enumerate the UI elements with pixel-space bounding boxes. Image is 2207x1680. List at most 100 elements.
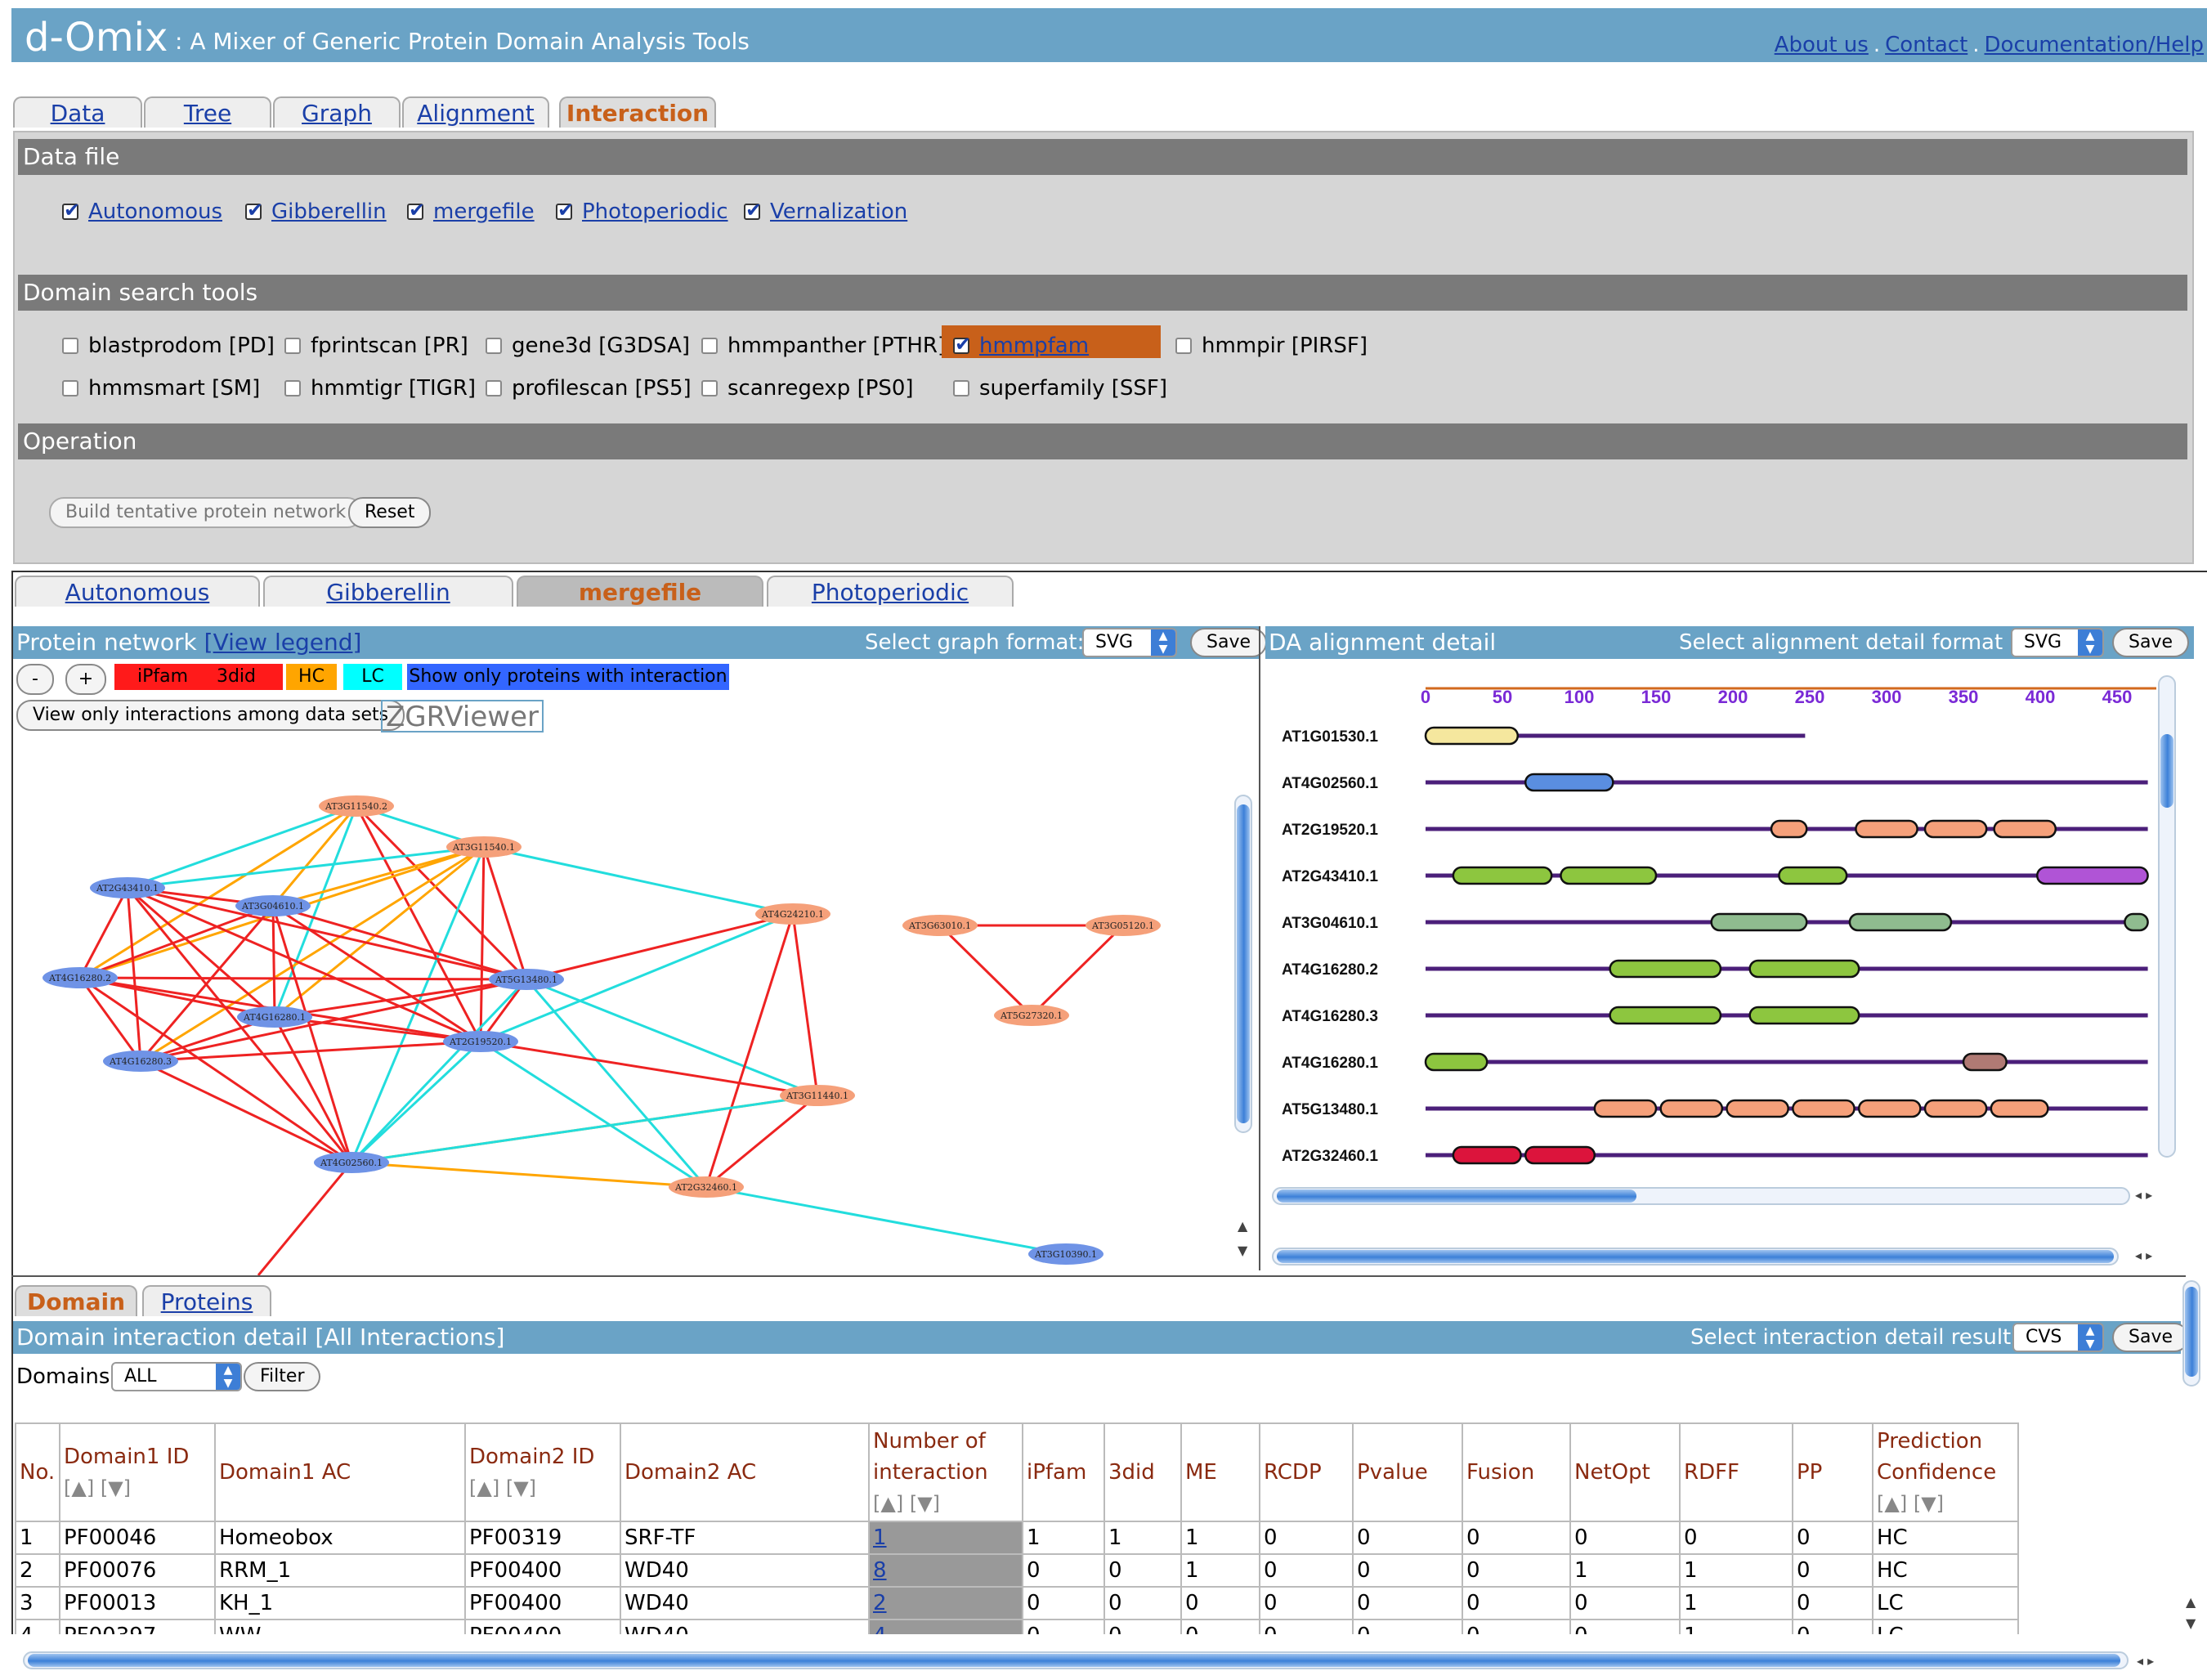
alignment-save-button[interactable]: Save bbox=[2112, 628, 2190, 657]
checkbox-icon[interactable] bbox=[556, 199, 574, 222]
table-cell[interactable]: 8 bbox=[868, 1553, 1023, 1588]
documentation-link[interactable]: Documentation/Help bbox=[1985, 33, 2204, 57]
dataset-tab-gibberellin[interactable]: Gibberellin bbox=[263, 576, 513, 607]
graph-format-select[interactable]: SVG ▲ ▼ bbox=[1082, 628, 1177, 657]
tool-checkbox-profilescan[interactable]: profilescan [PS5] bbox=[486, 376, 692, 401]
contact-link[interactable]: Contact bbox=[1885, 33, 1967, 57]
reset-button[interactable]: Reset bbox=[348, 497, 432, 528]
column-header[interactable]: Number of interaction [▲] [▼] bbox=[868, 1422, 1023, 1522]
zoom-out-button[interactable]: - bbox=[16, 664, 54, 695]
protein-node[interactable]: AT3G11540.1 bbox=[446, 836, 522, 858]
table-cell[interactable]: 2 bbox=[868, 1586, 1023, 1620]
column-header[interactable]: Domain2 ID [▲] [▼] bbox=[464, 1422, 621, 1522]
scroll-thumb[interactable] bbox=[1277, 1189, 1636, 1203]
tool-checkbox-hmmpanther[interactable]: hmmpanther [PTHR] bbox=[701, 334, 946, 358]
alignment-outer-horizontal-scrollbar[interactable] bbox=[1272, 1248, 2119, 1266]
sort-ascending-icon[interactable]: [▲] bbox=[873, 1492, 903, 1515]
sort-descending-icon[interactable]: [▼] bbox=[101, 1476, 131, 1499]
file-link[interactable]: Gibberellin bbox=[271, 199, 387, 224]
tool-checkbox-blastprodom[interactable]: blastprodom [PD] bbox=[62, 334, 275, 358]
sort-controls[interactable]: [▲] [▼] bbox=[64, 1472, 211, 1503]
checkbox-icon[interactable] bbox=[62, 338, 78, 354]
sort-ascending-icon[interactable]: [▲] bbox=[469, 1476, 499, 1499]
protein-node[interactable]: AT5G13480.1 bbox=[489, 969, 564, 990]
protein-node[interactable]: AT4G24210.1 bbox=[755, 903, 830, 925]
file-link[interactable]: Vernalization bbox=[770, 199, 907, 224]
about-us-link[interactable]: About us bbox=[1775, 33, 1869, 57]
protein-node[interactable]: AT3G05120.1 bbox=[1086, 915, 1161, 936]
file-checkbox-mergefile[interactable]: mergefile bbox=[407, 199, 535, 224]
show-only-proteins-button[interactable]: Show only proteins with interaction bbox=[407, 664, 729, 690]
scroll-down-icon[interactable]: ▼ bbox=[2186, 1615, 2196, 1631]
file-link[interactable]: Autonomous bbox=[88, 199, 222, 224]
checkbox-icon[interactable] bbox=[701, 380, 718, 396]
view-legend-link[interactable]: View legend bbox=[213, 629, 353, 656]
tab-data[interactable]: Data bbox=[13, 96, 142, 128]
sort-descending-icon[interactable]: [▼] bbox=[506, 1476, 536, 1499]
checkbox-icon[interactable] bbox=[486, 380, 502, 396]
scroll-thumb[interactable] bbox=[1237, 804, 1250, 1123]
scroll-thumb[interactable] bbox=[28, 1654, 2120, 1667]
filter-button[interactable]: Filter bbox=[244, 1362, 321, 1391]
tool-checkbox-hmmtigr[interactable]: hmmtigr [TIGR] bbox=[284, 376, 476, 401]
checkbox-icon[interactable] bbox=[1175, 338, 1192, 354]
page-horizontal-scrollbar[interactable] bbox=[23, 1651, 2129, 1669]
scroll-left-right-icon[interactable]: ◂ ▸ bbox=[2135, 1248, 2152, 1263]
column-header[interactable]: Domain1 ID [▲] [▼] bbox=[59, 1422, 216, 1522]
file-link[interactable]: Photoperiodic bbox=[582, 199, 728, 224]
checkbox-icon[interactable] bbox=[62, 199, 80, 222]
checkbox-icon[interactable] bbox=[62, 380, 78, 396]
tab-graph[interactable]: Graph bbox=[273, 96, 401, 128]
checkbox-icon[interactable] bbox=[245, 199, 263, 222]
sort-controls[interactable]: [▲] [▼] bbox=[469, 1472, 616, 1503]
sort-controls[interactable]: [▲] [▼] bbox=[1877, 1488, 2014, 1519]
dataset-tab-autonomous[interactable]: Autonomous bbox=[15, 576, 260, 607]
sort-ascending-icon[interactable]: [▲] bbox=[64, 1476, 94, 1499]
file-checkbox-vernalization[interactable]: Vernalization bbox=[744, 199, 907, 224]
file-checkbox-gibberellin[interactable]: Gibberellin bbox=[245, 199, 387, 224]
protein-node[interactable]: AT5G27320.1 bbox=[994, 1005, 1069, 1026]
page-vertical-scrollbar[interactable] bbox=[2182, 1280, 2200, 1387]
legend-hc[interactable]: HC bbox=[286, 664, 337, 690]
checkbox-icon[interactable] bbox=[744, 199, 762, 222]
legend-lc[interactable]: LC bbox=[343, 664, 402, 690]
zgrviewer-button[interactable]: ZGRViewer bbox=[381, 700, 544, 732]
scroll-left-right-icon[interactable]: ◂ ▸ bbox=[2137, 1653, 2154, 1669]
scroll-left-right-icon[interactable]: ◂ ▸ bbox=[2135, 1187, 2152, 1203]
tab-interaction[interactable]: Interaction bbox=[559, 96, 716, 128]
protein-node[interactable]: AT2G32460.1 bbox=[669, 1176, 744, 1198]
protein-node[interactable]: AT4G02560.1 bbox=[314, 1152, 389, 1173]
sort-controls[interactable]: [▲] [▼] bbox=[873, 1488, 1018, 1519]
legend-3did[interactable]: 3did bbox=[190, 664, 283, 690]
protein-node[interactable]: AT3G63010.1 bbox=[902, 915, 978, 936]
dataset-tab-photoperiodic[interactable]: Photoperiodic bbox=[767, 576, 1014, 607]
result-format-select[interactable]: CVS ▲ ▼ bbox=[2012, 1323, 2104, 1352]
scroll-up-icon[interactable]: ▲ bbox=[1238, 1218, 1247, 1234]
tool-link[interactable]: hmmpfam bbox=[979, 334, 1089, 358]
protein-node[interactable]: AT3G11440.1 bbox=[780, 1085, 855, 1106]
tab-proteins[interactable]: Proteins bbox=[142, 1285, 271, 1316]
checkbox-icon[interactable] bbox=[284, 380, 301, 396]
tool-checkbox-hmmpfam[interactable]: hmmpfam bbox=[953, 333, 1089, 358]
file-checkbox-autonomous[interactable]: Autonomous bbox=[62, 199, 222, 224]
file-checkbox-photoperiodic[interactable]: Photoperiodic bbox=[556, 199, 728, 224]
checkbox-icon[interactable] bbox=[701, 338, 718, 354]
sort-ascending-icon[interactable]: [▲] bbox=[1877, 1492, 1907, 1515]
file-link[interactable]: mergefile bbox=[433, 199, 535, 224]
scroll-thumb[interactable] bbox=[1277, 1250, 2114, 1263]
protein-node[interactable]: AT3G11540.2 bbox=[319, 795, 394, 817]
tool-checkbox-scanregexp[interactable]: scanregexp [PS0] bbox=[701, 376, 914, 401]
checkbox-icon[interactable] bbox=[486, 338, 502, 354]
protein-node[interactable]: AT4G16280.3 bbox=[103, 1051, 178, 1072]
scroll-thumb[interactable] bbox=[2160, 734, 2173, 808]
network-vertical-scrollbar[interactable] bbox=[1234, 795, 1252, 1133]
protein-node[interactable]: AT2G43410.1 bbox=[90, 877, 165, 898]
sort-descending-icon[interactable]: [▼] bbox=[910, 1492, 940, 1515]
scroll-down-icon[interactable]: ▼ bbox=[1238, 1243, 1247, 1258]
protein-node[interactable]: AT3G10390.1 bbox=[1028, 1243, 1104, 1265]
tab-alignment[interactable]: Alignment bbox=[402, 96, 549, 128]
tab-tree[interactable]: Tree bbox=[144, 96, 271, 128]
tool-checkbox-hmmsmart[interactable]: hmmsmart [SM] bbox=[62, 376, 260, 401]
column-header[interactable]: Prediction Confidence [▲] [▼] bbox=[1872, 1422, 2019, 1522]
tool-checkbox-gene3d[interactable]: gene3d [G3DSA] bbox=[486, 334, 690, 358]
